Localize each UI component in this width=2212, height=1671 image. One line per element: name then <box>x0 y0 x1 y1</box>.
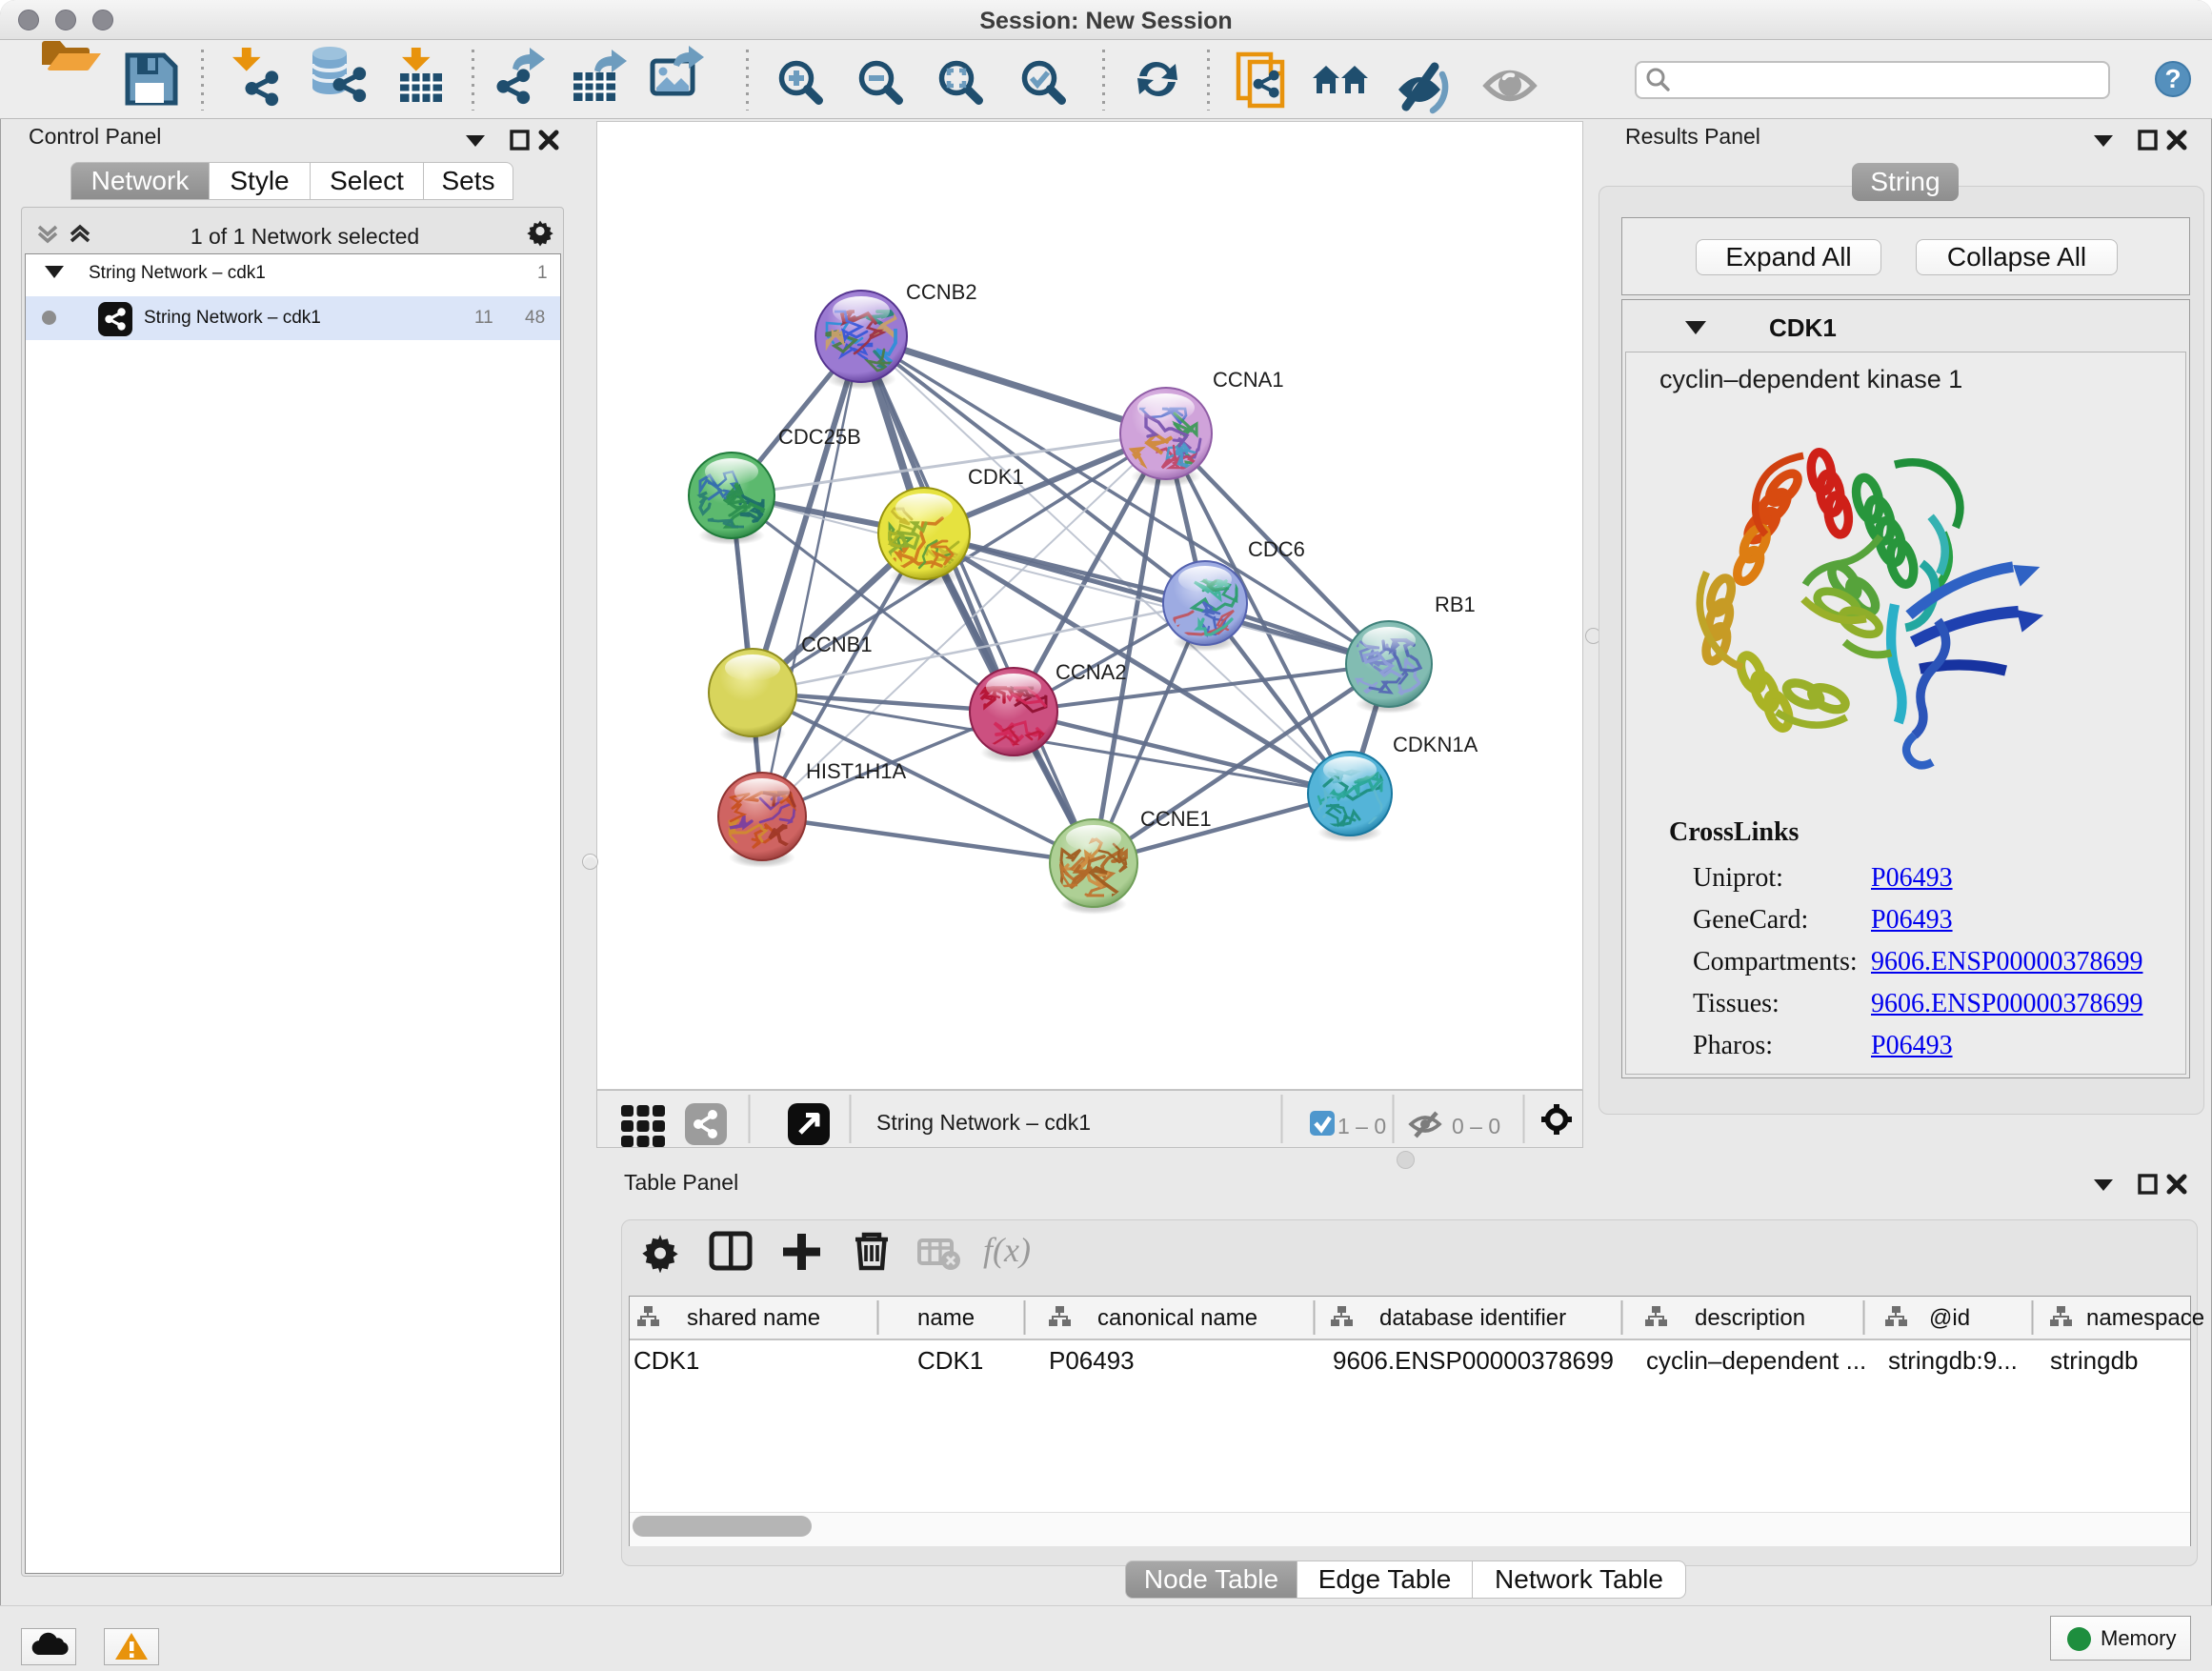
svg-text:CCNB1: CCNB1 <box>801 633 873 656</box>
svg-text:CDC25B: CDC25B <box>778 425 861 449</box>
svg-text:CCNB2: CCNB2 <box>906 280 977 304</box>
svg-text:RB1: RB1 <box>1435 593 1476 616</box>
svg-text:CCNE1: CCNE1 <box>1140 807 1212 831</box>
svg-text:0 – 0: 0 – 0 <box>1452 1114 1500 1138</box>
svg-text:CCNA2: CCNA2 <box>1056 660 1127 684</box>
svg-text:CDC6: CDC6 <box>1248 537 1305 561</box>
svg-text:CDKN1A: CDKN1A <box>1393 733 1478 756</box>
svg-text:1 – 0: 1 – 0 <box>1337 1114 1386 1138</box>
svg-text:CDK1: CDK1 <box>968 465 1024 489</box>
svg-text:f(x): f(x) <box>983 1231 1031 1269</box>
svg-text:HIST1H1A: HIST1H1A <box>806 759 906 783</box>
svg-text:CCNA1: CCNA1 <box>1213 368 1284 392</box>
